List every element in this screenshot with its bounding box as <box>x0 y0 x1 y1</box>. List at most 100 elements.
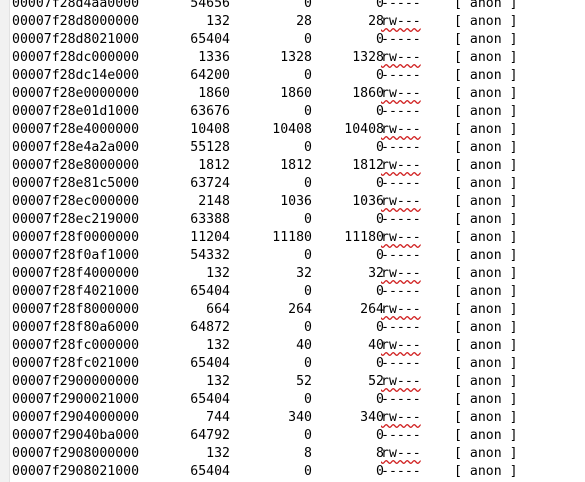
mode-cell: ----- <box>381 176 421 191</box>
kbytes-cell: 65404 <box>190 392 230 407</box>
dirty-cell: 0 <box>376 248 384 263</box>
kbytes-cell: 64872 <box>190 320 230 335</box>
mapping-cell: [ anon ] <box>454 158 518 173</box>
address-cell: 00007f28ec000000 <box>12 194 140 209</box>
kbytes-cell: 2148 <box>198 194 230 209</box>
address-cell: 00007f28e4000000 <box>12 122 140 137</box>
kbytes-cell: 64200 <box>190 68 230 83</box>
rss-cell: 1860 <box>280 86 312 101</box>
mapping-cell: [ anon ] <box>454 428 518 443</box>
address-cell: 00007f28f80a6000 <box>12 320 140 335</box>
mapping-cell: [ anon ] <box>454 0 518 11</box>
kbytes-cell: 132 <box>206 446 230 461</box>
mapping-cell: [ anon ] <box>454 50 518 65</box>
mapping-cell: [ anon ] <box>454 266 518 281</box>
address-cell: 00007f28f0af1000 <box>12 248 140 263</box>
address-cell: 00007f2904000000 <box>12 410 140 425</box>
mapping-cell: [ anon ] <box>454 284 518 299</box>
kbytes-cell: 63388 <box>190 212 230 227</box>
rss-cell: 32 <box>296 266 312 281</box>
dirty-cell: 0 <box>376 320 384 335</box>
address-cell: 00007f2900021000 <box>12 392 140 407</box>
mapping-cell: [ anon ] <box>454 68 518 83</box>
mode-cell: ----- <box>381 320 421 335</box>
mode-cell: rw--- <box>381 158 421 173</box>
rss-cell: 8 <box>304 446 312 461</box>
editor-gutter <box>0 0 10 482</box>
text-editor[interactable]: 00007f28d4aa0000 54656 0 0 -----[ anon ] 0000… <box>0 0 585 482</box>
dirty-cell: 8 <box>376 446 384 461</box>
kbytes-cell: 132 <box>206 374 230 389</box>
kbytes-cell: 65404 <box>190 464 230 479</box>
kbytes-cell: 664 <box>206 302 230 317</box>
dirty-cell: 0 <box>376 212 384 227</box>
mode-cell: ----- <box>381 392 421 407</box>
mapping-cell: [ anon ] <box>454 104 518 119</box>
rss-cell: 0 <box>304 464 312 479</box>
rss-cell: 0 <box>304 68 312 83</box>
mapping-cell: [ anon ] <box>454 374 518 389</box>
mode-cell: rw--- <box>381 266 421 281</box>
dirty-cell: 40 <box>368 338 384 353</box>
kbytes-cell: 1860 <box>198 86 230 101</box>
dirty-cell: 1036 <box>352 194 384 209</box>
kbytes-cell: 64792 <box>190 428 230 443</box>
address-cell: 00007f28f4021000 <box>12 284 140 299</box>
dirty-cell: 0 <box>376 356 384 371</box>
dirty-cell: 0 <box>376 428 384 443</box>
rss-cell: 11180 <box>272 230 312 245</box>
rss-cell: 0 <box>304 140 312 155</box>
dirty-cell: 0 <box>376 392 384 407</box>
address-cell: 00007f28e01d1000 <box>12 104 140 119</box>
mapping-cell: [ anon ] <box>454 464 518 479</box>
address-cell: 00007f28fc021000 <box>12 356 140 371</box>
rss-cell: 264 <box>288 302 312 317</box>
kbytes-cell: 54656 <box>190 0 230 11</box>
mode-cell: ----- <box>381 32 421 47</box>
address-cell: 00007f28e8000000 <box>12 158 140 173</box>
rss-cell: 0 <box>304 32 312 47</box>
kbytes-cell: 11204 <box>190 230 230 245</box>
dirty-cell: 0 <box>376 68 384 83</box>
mapping-cell: [ anon ] <box>454 194 518 209</box>
address-cell: 00007f28f4000000 <box>12 266 140 281</box>
dirty-cell: 28 <box>368 14 384 29</box>
address-cell: 00007f28f8000000 <box>12 302 140 317</box>
dirty-cell: 11180 <box>344 230 384 245</box>
mapping-cell: [ anon ] <box>454 176 518 191</box>
rss-cell: 0 <box>304 0 312 11</box>
mapping-cell: [ anon ] <box>454 446 518 461</box>
mode-cell: rw--- <box>381 50 421 65</box>
mode-cell: rw--- <box>381 122 421 137</box>
rss-cell: 1036 <box>280 194 312 209</box>
mode-cell: rw--- <box>381 374 421 389</box>
rss-cell: 0 <box>304 176 312 191</box>
rss-cell: 0 <box>304 392 312 407</box>
dirty-cell: 10408 <box>344 122 384 137</box>
dirty-cell: 32 <box>368 266 384 281</box>
mapping-cell: [ anon ] <box>454 14 518 29</box>
kbytes-cell: 63724 <box>190 176 230 191</box>
mode-cell: rw--- <box>381 302 421 317</box>
rss-cell: 0 <box>304 284 312 299</box>
mapping-cell: [ anon ] <box>454 32 518 47</box>
mapping-cell: [ anon ] <box>454 338 518 353</box>
kbytes-cell: 63676 <box>190 104 230 119</box>
address-cell: 00007f28e81c5000 <box>12 176 140 191</box>
address-cell: 00007f28d4aa0000 <box>12 0 140 11</box>
kbytes-cell: 744 <box>206 410 230 425</box>
kbytes-cell: 1812 <box>198 158 230 173</box>
mode-cell: rw--- <box>381 14 421 29</box>
mapping-cell: [ anon ] <box>454 302 518 317</box>
mode-cell: ----- <box>381 104 421 119</box>
mode-cell: rw--- <box>381 410 421 425</box>
address-cell: 00007f28d8000000 <box>12 14 140 29</box>
dirty-cell: 0 <box>376 32 384 47</box>
dirty-cell: 52 <box>368 374 384 389</box>
rss-cell: 28 <box>296 14 312 29</box>
mode-cell: ----- <box>381 356 421 371</box>
mode-cell: rw--- <box>381 446 421 461</box>
kbytes-cell: 10408 <box>190 122 230 137</box>
dirty-cell: 0 <box>376 0 384 11</box>
mode-cell: ----- <box>381 248 421 263</box>
